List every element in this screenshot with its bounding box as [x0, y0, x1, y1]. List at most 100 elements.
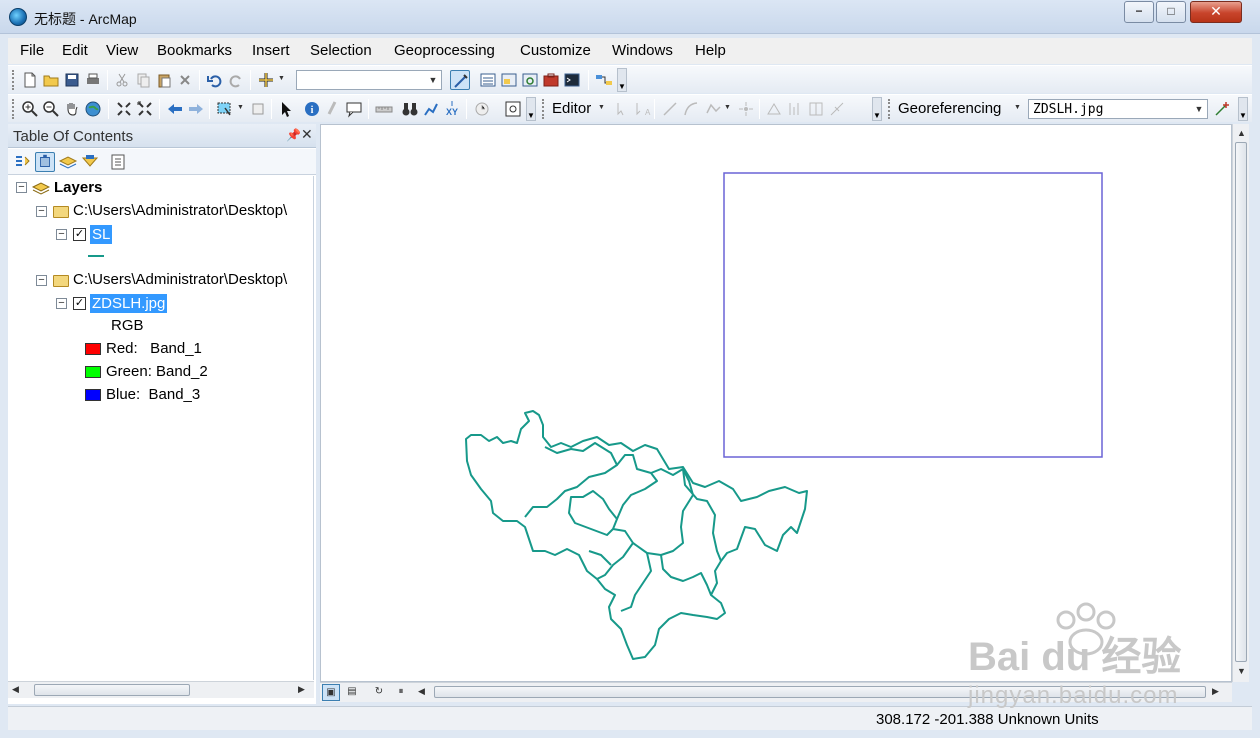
minimize-button[interactable]: −: [1124, 1, 1154, 23]
line-symbol[interactable]: [88, 253, 104, 259]
modelbuilder-icon[interactable]: [594, 70, 614, 90]
delete-icon[interactable]: [175, 70, 195, 90]
scroll-left-icon[interactable]: ◀: [12, 684, 19, 695]
scroll-down-icon[interactable]: ▼: [1237, 666, 1246, 676]
blue-band-swatch[interactable]: [85, 389, 101, 401]
toolbar-grip[interactable]: [542, 99, 545, 119]
collapse-toggle[interactable]: −: [56, 229, 67, 240]
add-data-dropdown-icon[interactable]: ▼: [278, 75, 285, 82]
edit-tool-icon[interactable]: [612, 99, 632, 119]
create-viewer-window-icon[interactable]: [503, 99, 523, 119]
html-popup-icon[interactable]: [344, 99, 364, 119]
trace-icon[interactable]: [704, 99, 724, 119]
find-route-icon[interactable]: [421, 99, 441, 119]
menu-view[interactable]: View: [106, 42, 138, 59]
editor-toolbar-icon[interactable]: [450, 70, 470, 90]
collapse-toggle[interactable]: −: [56, 298, 67, 309]
undo-icon[interactable]: [205, 70, 225, 90]
red-band-swatch[interactable]: [85, 343, 101, 355]
green-band-swatch[interactable]: [85, 366, 101, 378]
scroll-left-icon[interactable]: ◀: [418, 686, 425, 697]
workspace-path[interactable]: C:\Users\Administrator\Desktop\: [73, 271, 287, 288]
map-scale-combo[interactable]: ▼: [296, 70, 442, 90]
close-icon[interactable]: ✕: [301, 126, 313, 143]
straight-segment-icon[interactable]: [660, 99, 680, 119]
menu-windows[interactable]: Windows: [612, 42, 673, 59]
raster-extent-rectangle[interactable]: [723, 172, 1103, 458]
layer-name-sl[interactable]: SL: [90, 225, 113, 244]
georeferencing-menu[interactable]: Georeferencing: [898, 100, 1001, 117]
list-by-drawing-order-icon[interactable]: [12, 152, 32, 172]
toc-horizontal-scrollbar[interactable]: ◀ ▶: [8, 681, 314, 698]
construct-dropdown-icon[interactable]: ▼: [724, 104, 731, 111]
menu-edit[interactable]: Edit: [62, 42, 88, 59]
cut-icon[interactable]: [112, 70, 132, 90]
identify-icon[interactable]: i: [302, 99, 322, 119]
scroll-thumb[interactable]: [34, 684, 190, 696]
hyperlink-icon[interactable]: [323, 99, 343, 119]
save-icon[interactable]: [62, 70, 82, 90]
redo-icon[interactable]: [226, 70, 246, 90]
forward-arrow-icon[interactable]: [186, 99, 206, 119]
scroll-up-icon[interactable]: ▲: [1237, 128, 1246, 138]
refresh-view-icon[interactable]: ↻: [370, 684, 388, 701]
list-by-selection-icon[interactable]: [80, 152, 100, 172]
sl-polygons[interactable]: [465, 410, 808, 660]
scroll-right-icon[interactable]: ▶: [1212, 686, 1219, 697]
layer-visibility-checkbox[interactable]: ✓: [73, 297, 86, 310]
options-icon[interactable]: [108, 152, 128, 172]
reshape-icon[interactable]: [785, 99, 805, 119]
map-vertical-scrollbar[interactable]: ▲ ▼: [1232, 124, 1249, 682]
list-by-source-icon[interactable]: [35, 152, 55, 172]
toolbar-grip[interactable]: [888, 99, 891, 119]
arctoolbox-icon[interactable]: [541, 70, 561, 90]
python-window-icon[interactable]: [562, 70, 582, 90]
data-view-icon[interactable]: ▣: [322, 684, 340, 701]
toolbar-overflow-icon[interactable]: ▼: [872, 97, 882, 121]
print-icon[interactable]: [83, 70, 103, 90]
fixed-zoom-in-icon[interactable]: [114, 99, 134, 119]
edit-annotation-icon[interactable]: A: [632, 99, 652, 119]
clear-selection-icon[interactable]: [248, 99, 268, 119]
list-by-visibility-icon[interactable]: [58, 152, 78, 172]
georef-layer-select[interactable]: ZDSLH.jpg ▼: [1028, 99, 1208, 119]
table-of-contents-icon[interactable]: [478, 70, 498, 90]
map-canvas[interactable]: [321, 125, 1231, 681]
new-document-icon[interactable]: [20, 70, 40, 90]
layer-name-zdslh[interactable]: ZDSLH.jpg: [90, 294, 168, 313]
end-point-arc-icon[interactable]: [681, 99, 701, 119]
cut-polygons-icon[interactable]: [806, 99, 826, 119]
fixed-zoom-out-icon[interactable]: [135, 99, 155, 119]
menu-selection[interactable]: Selection: [310, 42, 372, 59]
maximize-button[interactable]: □: [1156, 1, 1186, 23]
toolbar-grip[interactable]: [12, 99, 15, 119]
close-button[interactable]: ✕: [1190, 1, 1242, 23]
toolbar-overflow-icon[interactable]: ▼: [617, 68, 627, 92]
pan-hand-icon[interactable]: [62, 99, 82, 119]
workspace-path[interactable]: C:\Users\Administrator\Desktop\: [73, 202, 287, 219]
editor-menu[interactable]: Editor: [552, 100, 591, 117]
chevron-down-icon[interactable]: ▼: [1191, 100, 1207, 118]
menu-geoprocessing[interactable]: Geoprocessing: [394, 42, 495, 59]
find-binoculars-icon[interactable]: [400, 99, 420, 119]
menu-customize[interactable]: Customize: [520, 42, 591, 59]
map-display[interactable]: [320, 124, 1232, 682]
select-features-icon[interactable]: [215, 99, 235, 119]
collapse-toggle[interactable]: −: [36, 275, 47, 286]
menu-help[interactable]: Help: [695, 42, 726, 59]
back-arrow-icon[interactable]: [165, 99, 185, 119]
split-tool-icon[interactable]: [827, 99, 847, 119]
paste-icon[interactable]: [154, 70, 174, 90]
collapse-toggle[interactable]: −: [36, 206, 47, 217]
zoom-out-icon[interactable]: [41, 99, 61, 119]
georeferencing-dropdown-icon[interactable]: ▼: [1014, 104, 1021, 111]
add-data-icon[interactable]: [256, 70, 276, 90]
menu-file[interactable]: File: [20, 42, 44, 59]
catalog-icon[interactable]: [499, 70, 519, 90]
add-control-points-icon[interactable]: [1212, 99, 1232, 119]
point-icon[interactable]: [736, 99, 756, 119]
search-window-icon[interactable]: [520, 70, 540, 90]
go-to-xy-icon[interactable]: XY: [442, 99, 462, 119]
layers-root-label[interactable]: Layers: [54, 179, 102, 196]
scroll-thumb[interactable]: [1235, 142, 1247, 662]
